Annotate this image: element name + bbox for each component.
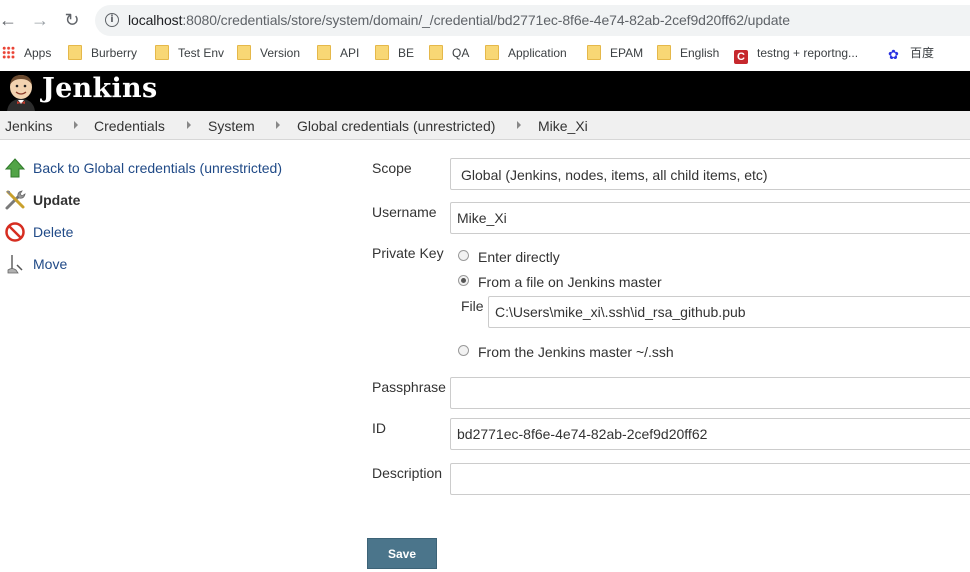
folder-icon <box>155 45 169 60</box>
bookmark-baidu[interactable]: ✿ 百度 <box>888 45 934 63</box>
jenkins-title[interactable]: Jenkins <box>42 73 157 104</box>
forward-icon[interactable]: → <box>28 8 52 32</box>
bookmark-qa[interactable]: QA <box>429 45 469 63</box>
folder-icon <box>657 45 671 60</box>
bookmark-burberry[interactable]: Burberry <box>68 45 137 63</box>
move-icon <box>7 255 23 274</box>
description-label: Description <box>372 465 443 481</box>
breadcrumb-credential[interactable]: Mike_Xi <box>538 118 588 134</box>
breadcrumb-chevron-icon <box>276 121 280 129</box>
baidu-paw-icon: ✿ <box>888 47 899 62</box>
no-entry-icon <box>5 222 25 242</box>
radio-enter-directly[interactable] <box>458 250 469 261</box>
folder-icon <box>375 45 389 60</box>
c-logo-icon: C <box>734 50 748 64</box>
file-path-input[interactable] <box>488 296 970 328</box>
back-icon[interactable]: ← <box>0 8 20 32</box>
folder-icon <box>485 45 499 60</box>
scope-select[interactable]: Global (Jenkins, nodes, items, all child… <box>450 158 970 190</box>
folder-icon <box>429 45 443 60</box>
id-input[interactable] <box>450 418 970 450</box>
apps-grid-icon <box>2 46 15 59</box>
bookmark-test-env[interactable]: Test Env <box>155 45 224 63</box>
folder-icon <box>237 45 251 60</box>
breadcrumb: Jenkins Credentials System Global creden… <box>0 111 970 140</box>
radio-master-ssh[interactable] <box>458 345 469 356</box>
folder-icon <box>317 45 331 60</box>
radio-enter-directly-label[interactable]: Enter directly <box>478 249 560 265</box>
bookmark-api[interactable]: API <box>317 45 359 63</box>
passphrase-input[interactable] <box>450 377 970 409</box>
radio-file-on-master-label[interactable]: From a file on Jenkins master <box>478 274 662 290</box>
bookmark-english[interactable]: English <box>657 45 719 63</box>
bookmark-version[interactable]: Version <box>237 45 300 63</box>
breadcrumb-chevron-icon <box>187 121 191 129</box>
jenkins-header: Jenkins <box>0 71 970 111</box>
username-input[interactable] <box>450 202 970 234</box>
private-key-label: Private Key <box>372 245 444 261</box>
radio-master-ssh-label[interactable]: From the Jenkins master ~/.ssh <box>478 344 674 360</box>
passphrase-label: Passphrase <box>372 379 446 395</box>
folder-icon <box>587 45 601 60</box>
breadcrumb-chevron-icon <box>74 121 78 129</box>
bookmark-testng[interactable]: Ctestng + reportng... <box>734 45 858 64</box>
breadcrumb-chevron-icon <box>517 121 521 129</box>
folder-icon <box>68 45 82 60</box>
bookmark-epam[interactable]: EPAM <box>587 45 643 63</box>
browser-toolbar: ← → ↻ i localhost:8080/credentials/store… <box>0 0 970 40</box>
file-label: File <box>461 298 484 314</box>
breadcrumb-system[interactable]: System <box>208 118 255 134</box>
up-arrow-icon <box>4 158 26 178</box>
breadcrumb-credentials[interactable]: Credentials <box>94 118 165 134</box>
bookmark-application[interactable]: Application <box>485 45 567 63</box>
jenkins-butler-icon[interactable] <box>3 73 39 111</box>
bookmark-be[interactable]: BE <box>375 45 414 63</box>
bookmarks-bar: Apps Burberry Test Env Version API BE QA… <box>0 40 970 68</box>
save-button[interactable]: Save <box>367 538 437 569</box>
site-info-icon[interactable]: i <box>105 13 119 27</box>
radio-file-on-master[interactable] <box>458 275 469 286</box>
address-bar[interactable]: i localhost:8080/credentials/store/syste… <box>95 5 970 36</box>
reload-icon[interactable]: ↻ <box>60 8 84 32</box>
breadcrumb-jenkins[interactable]: Jenkins <box>5 118 52 134</box>
scope-label: Scope <box>372 160 412 176</box>
url-text[interactable]: localhost:8080/credentials/store/system/… <box>128 12 790 28</box>
id-label: ID <box>372 420 386 436</box>
username-label: Username <box>372 204 437 220</box>
breadcrumb-global-credentials[interactable]: Global credentials (unrestricted) <box>297 118 495 134</box>
tools-icon <box>5 190 26 210</box>
bookmark-apps[interactable]: Apps <box>2 45 51 63</box>
description-input[interactable] <box>450 463 970 495</box>
